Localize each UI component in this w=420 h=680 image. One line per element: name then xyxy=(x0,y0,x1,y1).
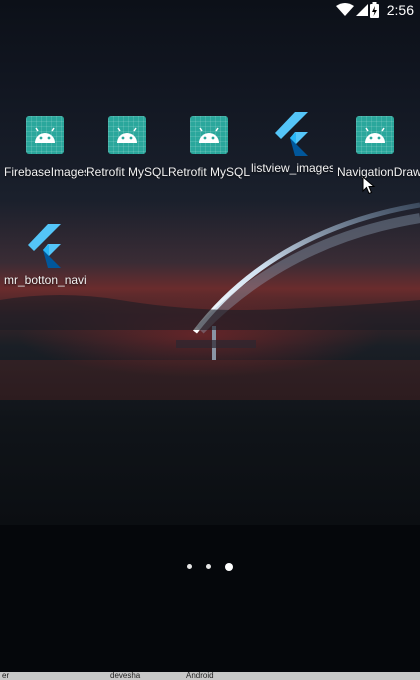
battery-charging-icon xyxy=(370,2,379,18)
page-dot-current[interactable] xyxy=(225,562,234,571)
app-shortcut[interactable]: NavigationDrawer xyxy=(333,114,420,179)
taskbar-peek-item: er xyxy=(2,672,10,680)
taskbar-peek: er devesha Android xyxy=(0,672,420,680)
page-dot[interactable] xyxy=(186,564,192,570)
flutter-icon xyxy=(28,224,61,268)
android-icon xyxy=(190,116,228,154)
page-indicator[interactable] xyxy=(0,558,420,576)
android-icon xyxy=(26,116,64,154)
android-icon xyxy=(108,116,146,154)
app-label: Retrofit MySQL xyxy=(168,165,250,179)
app-label: FirebaseImages xyxy=(4,165,86,179)
app-shortcut[interactable]: listview_images xyxy=(251,112,333,175)
app-shortcut[interactable]: FirebaseImages xyxy=(4,114,86,179)
clock: 2:56 xyxy=(386,2,414,18)
wifi-icon xyxy=(336,3,354,16)
taskbar-peek-item: devesha xyxy=(110,672,141,680)
app-shortcut[interactable]: Retrofit MySQL xyxy=(168,114,250,179)
app-label: NavigationDrawer xyxy=(337,165,420,179)
page-dot[interactable] xyxy=(206,564,211,570)
signal-icon xyxy=(356,4,368,16)
taskbar-peek-item: Android xyxy=(186,672,214,680)
dock-area xyxy=(0,525,420,675)
status-bar: 2:56 xyxy=(0,0,420,22)
app-shortcut[interactable]: mr_botton_navi xyxy=(4,224,86,287)
android-icon xyxy=(356,116,394,154)
app-shortcut[interactable]: Retrofit MySQL xyxy=(86,114,168,179)
app-label: mr_botton_navi xyxy=(4,273,86,287)
app-label: listview_images xyxy=(251,161,333,175)
flutter-icon xyxy=(275,112,308,156)
app-label: Retrofit MySQL xyxy=(86,165,168,179)
mouse-pointer-icon xyxy=(362,176,376,195)
